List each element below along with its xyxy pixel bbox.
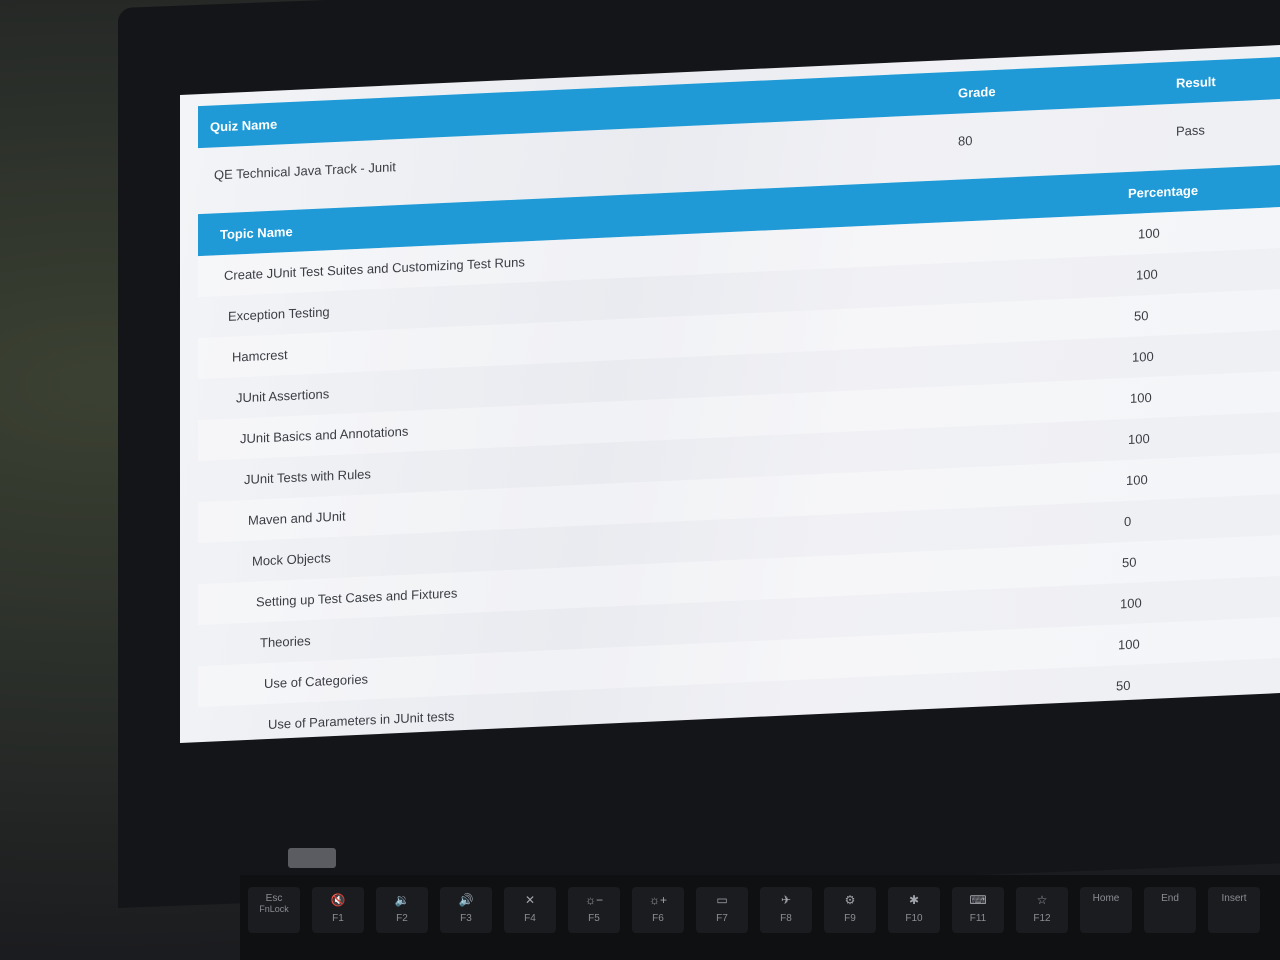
topic-percentage: 100 xyxy=(1118,636,1140,653)
key-home[interactable]: Home xyxy=(1080,887,1132,933)
key-f12[interactable]: ☆ F12 xyxy=(1016,887,1068,933)
keyboard-icon: ⌨ xyxy=(969,893,987,907)
topic-percentage: 50 xyxy=(1122,554,1137,571)
quiz-grade: 80 xyxy=(958,133,973,149)
key-f9[interactable]: ⚙ F9 xyxy=(824,887,876,933)
key-sublabel: FnLock xyxy=(259,904,289,914)
key-f5[interactable]: ☼− F5 xyxy=(568,887,620,933)
topic-name: JUnit Tests with Rules xyxy=(244,466,371,488)
key-end[interactable]: End xyxy=(1144,887,1196,933)
key-f2[interactable]: 🔉 F2 xyxy=(376,887,428,933)
percentage-header: Percentage xyxy=(1128,182,1199,201)
display-icon: ▭ xyxy=(716,893,728,907)
key-insert[interactable]: Insert xyxy=(1208,887,1260,933)
grade-header: Grade xyxy=(958,83,996,101)
key-label: Home xyxy=(1092,893,1120,904)
volume-up-icon: 🔊 xyxy=(458,893,474,907)
key-f6[interactable]: ☼+ F6 xyxy=(632,887,684,933)
key-f7[interactable]: ▭ F7 xyxy=(696,887,748,933)
key-label: Insert xyxy=(1221,893,1247,904)
topic-name: JUnit Basics and Annotations xyxy=(240,423,409,447)
topic-name: Theories xyxy=(260,633,311,651)
topic-percentage: 100 xyxy=(1132,348,1154,365)
topic-percentage: 50 xyxy=(1134,308,1149,324)
keyboard-top-row: Esc FnLock 🔇 F1 🔉 F2 🔊 F3 ✕ F4 ☼− F5 ☼+ F6 ▭ F7 ✈ F8 ⚙ F9 ✱ F… xyxy=(240,875,1280,960)
result-header: Result xyxy=(1176,73,1216,91)
key-f1[interactable]: 🔇 F1 xyxy=(312,887,364,933)
key-label: F6 xyxy=(652,913,664,924)
key-label: F11 xyxy=(969,913,987,924)
key-label: F2 xyxy=(396,913,408,924)
volume-down-icon: 🔉 xyxy=(394,893,410,907)
brightness-up-icon: ☼+ xyxy=(648,893,667,907)
topic-table: Topic Name Percentage Create JUnit Test … xyxy=(198,165,1280,743)
topic-name: Create JUnit Test Suites and Customizing… xyxy=(224,254,525,284)
key-label: F5 xyxy=(588,913,600,924)
topic-percentage: 100 xyxy=(1136,266,1158,283)
topic-percentage: 100 xyxy=(1130,389,1152,406)
key-f11[interactable]: ⌨ F11 xyxy=(952,887,1004,933)
airplane-icon: ✈ xyxy=(780,893,792,907)
key-label: F1 xyxy=(332,913,344,924)
brightness-down-icon: ☼− xyxy=(584,893,603,907)
key-label: F12 xyxy=(1033,913,1051,924)
topic-percentage: 100 xyxy=(1126,472,1148,489)
topic-name: Maven and JUnit xyxy=(248,508,346,528)
topic-name: Use of Categories xyxy=(264,671,369,692)
bluetooth-icon: ✱ xyxy=(908,893,920,907)
topic-name: Mock Objects xyxy=(252,550,331,569)
topic-name-header: Topic Name xyxy=(220,223,293,243)
key-label: F4 xyxy=(524,913,536,924)
mic-mute-icon: ✕ xyxy=(524,893,536,907)
topic-name: Exception Testing xyxy=(228,304,330,324)
key-label: Esc xyxy=(265,893,283,904)
topic-percentage: 100 xyxy=(1138,225,1160,242)
key-f4[interactable]: ✕ F4 xyxy=(504,887,556,933)
topic-percentage: 100 xyxy=(1128,430,1150,447)
topic-name: JUnit Assertions xyxy=(236,386,330,406)
key-f8[interactable]: ✈ F8 xyxy=(760,887,812,933)
topic-name: Hamcrest xyxy=(232,347,288,365)
key-f3[interactable]: 🔊 F3 xyxy=(440,887,492,933)
star-icon: ☆ xyxy=(1036,893,1048,907)
quiz-name-header: Quiz Name xyxy=(210,116,278,135)
topic-percentage: 0 xyxy=(1124,513,1132,530)
key-label: F7 xyxy=(716,913,728,924)
mute-icon: 🔇 xyxy=(330,893,346,907)
topic-percentage: 50 xyxy=(1116,677,1131,694)
key-label: F3 xyxy=(460,913,472,924)
topic-name: Use of Parameters in JUnit tests xyxy=(268,708,455,733)
key-esc[interactable]: Esc FnLock xyxy=(248,887,300,933)
laptop-hinge xyxy=(288,848,336,868)
key-label: F10 xyxy=(905,913,923,924)
key-f10[interactable]: ✱ F10 xyxy=(888,887,940,933)
settings-icon: ⚙ xyxy=(844,893,856,907)
topic-rows: Create JUnit Test Suites and Customizing… xyxy=(198,207,1280,743)
key-label: End xyxy=(1161,893,1179,904)
screen: Quiz Name Grade Result QE Technical Java… xyxy=(180,45,1280,743)
topic-percentage: 100 xyxy=(1120,595,1142,612)
quiz-result: Pass xyxy=(1176,122,1205,139)
key-label: F8 xyxy=(780,913,792,924)
quiz-name: QE Technical Java Track - Junit xyxy=(214,159,396,183)
key-label: F9 xyxy=(844,913,856,924)
topic-name: Setting up Test Cases and Fixtures xyxy=(256,585,458,610)
